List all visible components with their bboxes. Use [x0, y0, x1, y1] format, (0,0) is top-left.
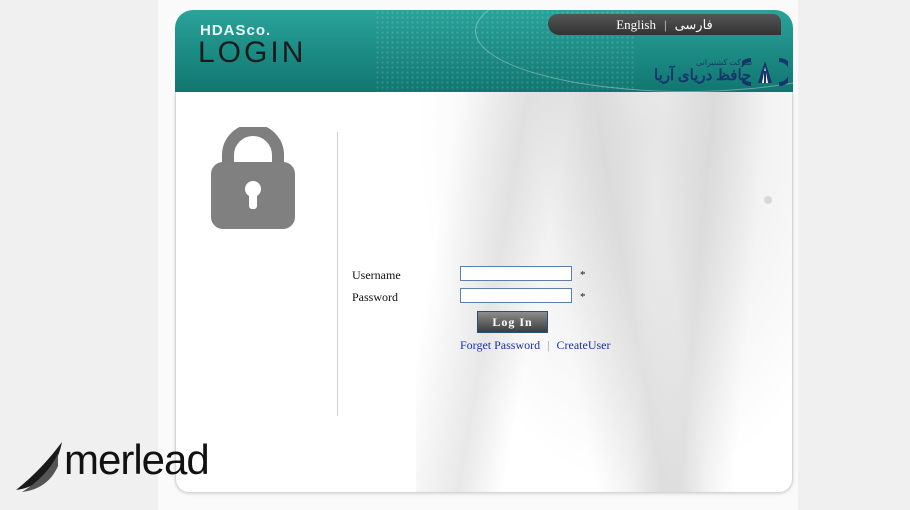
- login-button[interactable]: Log In: [477, 311, 548, 333]
- watermark: merlead: [14, 436, 224, 492]
- decorative-dot: [764, 196, 772, 204]
- forget-password-link[interactable]: Forget Password: [460, 338, 540, 352]
- language-farsi-link[interactable]: فارسی: [675, 17, 713, 33]
- username-input[interactable]: [460, 266, 572, 281]
- create-user-link[interactable]: CreateUser: [557, 338, 611, 352]
- username-required-mark: *: [580, 269, 586, 281]
- logo-emblem-icon: [742, 58, 788, 86]
- language-bar: English | فارسی: [548, 14, 781, 35]
- username-label: Username: [352, 268, 401, 282]
- vertical-divider: [337, 132, 338, 416]
- password-input[interactable]: [460, 288, 572, 303]
- watermark-text: merlead: [64, 436, 210, 483]
- login-panel: Username * Password * Log In Forget Pass…: [175, 92, 793, 493]
- language-separator: |: [663, 16, 667, 32]
- page-title: LOGIN: [198, 36, 307, 69]
- link-separator: |: [547, 338, 550, 352]
- logo-title: حافظ دریای آریا: [654, 68, 752, 84]
- password-label: Password: [352, 290, 399, 304]
- watermark-logo-icon: [16, 442, 62, 492]
- language-english-link[interactable]: English: [616, 17, 656, 33]
- password-required-mark: *: [580, 291, 586, 303]
- company-logo: شرکت کشتیرانی حافظ دریای آریا: [652, 58, 790, 88]
- account-links: Forget Password | CreateUser: [460, 338, 611, 353]
- lock-icon: [211, 127, 295, 229]
